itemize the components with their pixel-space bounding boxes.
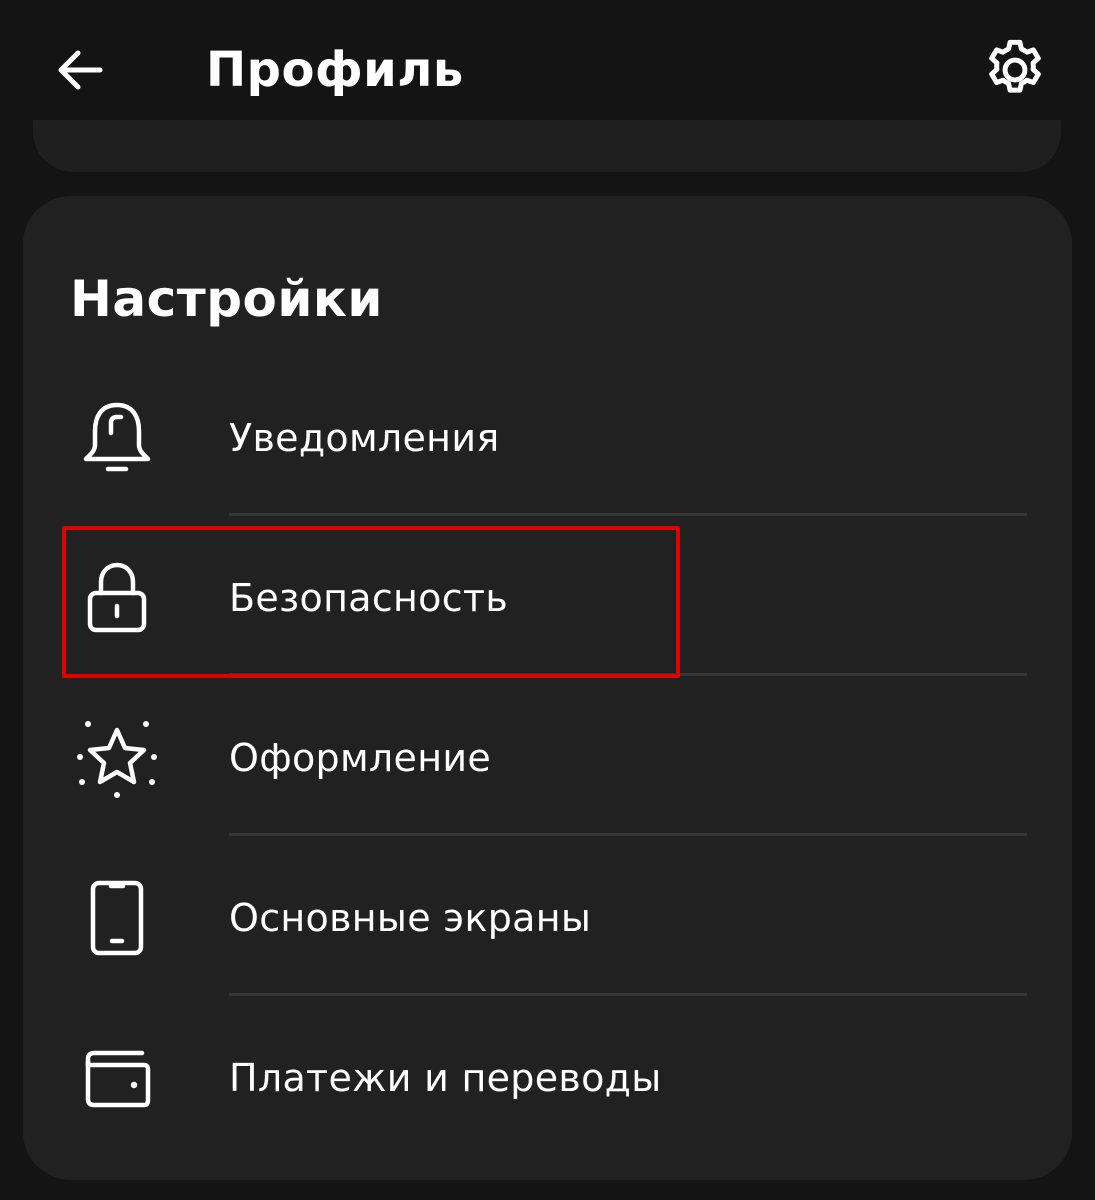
menu-item-label: Платежи и переводы xyxy=(229,1056,662,1100)
menu-item-label: Уведомления xyxy=(229,416,500,460)
sparkle-star-icon xyxy=(75,716,159,800)
smartphone-icon xyxy=(75,876,159,960)
lock-icon xyxy=(75,556,159,640)
menu-item-label: Безопасность xyxy=(229,576,509,620)
menu-item-notifications[interactable]: Уведомления xyxy=(23,356,1072,516)
menu-item-label: Основные экраны xyxy=(229,896,592,940)
wallet-icon xyxy=(75,1036,159,1120)
section-title: Настройки xyxy=(70,270,383,328)
menu-item-label: Оформление xyxy=(229,736,492,780)
menu-item-home-screens[interactable]: Основные экраны xyxy=(23,836,1072,996)
previous-card-edge xyxy=(33,120,1061,172)
arrow-left-icon xyxy=(58,50,103,90)
menu-item-payments[interactable]: Платежи и переводы xyxy=(23,996,1072,1156)
menu-item-appearance[interactable]: Оформление xyxy=(23,676,1072,836)
menu-item-security[interactable]: Безопасность xyxy=(23,516,1072,676)
bell-icon xyxy=(75,396,159,480)
settings-button[interactable] xyxy=(978,33,1052,107)
back-button[interactable] xyxy=(50,40,110,100)
settings-card: Настройки Уведомления Безопасность Оформ… xyxy=(23,196,1072,1180)
gear-icon xyxy=(989,39,1041,93)
page-title: Профиль xyxy=(206,42,464,98)
